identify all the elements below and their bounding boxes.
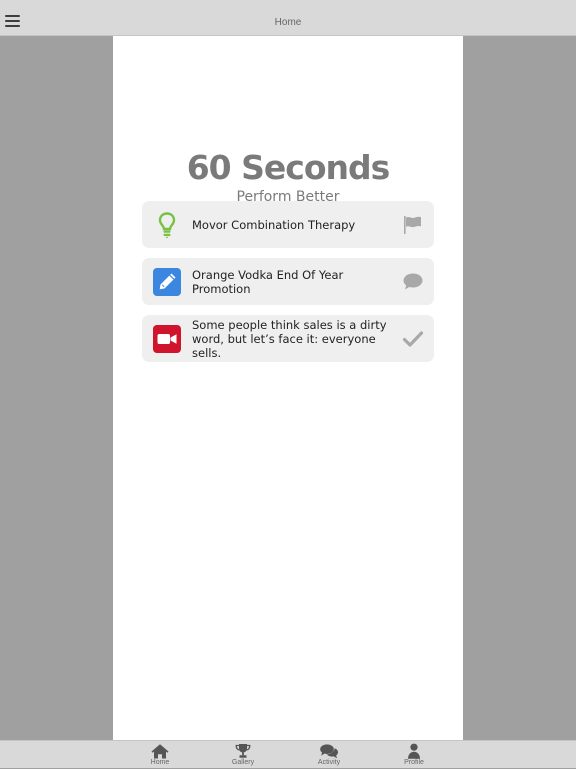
trophy-icon: [233, 743, 253, 759]
tab-label: Home: [150, 759, 170, 766]
list-item-orange-vodka-promotion[interactable]: Orange Vodka End Of Year Promotion: [142, 258, 434, 305]
tab-label: Profile: [404, 759, 424, 766]
lightbulb-icon: [153, 211, 181, 239]
home-icon: [150, 743, 170, 759]
card-title: Orange Vodka End Of Year Promotion: [192, 267, 344, 296]
list-item-movor-combination-therapy[interactable]: Movor Combination Therapy: [142, 201, 434, 248]
card-title: Movor Combination Therapy: [192, 217, 356, 232]
card-title: Some people think sales is a dirty word,…: [192, 317, 387, 360]
tab-label: Gallery: [231, 759, 255, 766]
flag-icon[interactable]: [402, 214, 424, 236]
list-item-sales-video[interactable]: Some people think sales is a dirty word,…: [142, 315, 434, 362]
checkmark-icon[interactable]: [402, 328, 424, 350]
pencil-icon: [153, 268, 181, 296]
video-camera-icon: [153, 325, 181, 353]
person-icon: [404, 743, 424, 759]
brand-title: 60 Seconds: [186, 148, 391, 187]
top-navigation-bar: Home: [0, 0, 576, 36]
comment-icon[interactable]: [402, 271, 424, 293]
tab-activity[interactable]: Activity: [299, 741, 359, 769]
content-panel: 60 Seconds Perform Better: [113, 36, 463, 740]
tab-gallery[interactable]: Gallery: [213, 741, 273, 769]
tab-label: Activity: [317, 759, 341, 766]
tab-home[interactable]: Home: [130, 741, 190, 769]
bottom-tab-bar: Home Gallery Activity Profile: [0, 740, 576, 768]
chat-bubbles-icon: [319, 743, 339, 759]
tab-profile[interactable]: Profile: [384, 741, 444, 769]
